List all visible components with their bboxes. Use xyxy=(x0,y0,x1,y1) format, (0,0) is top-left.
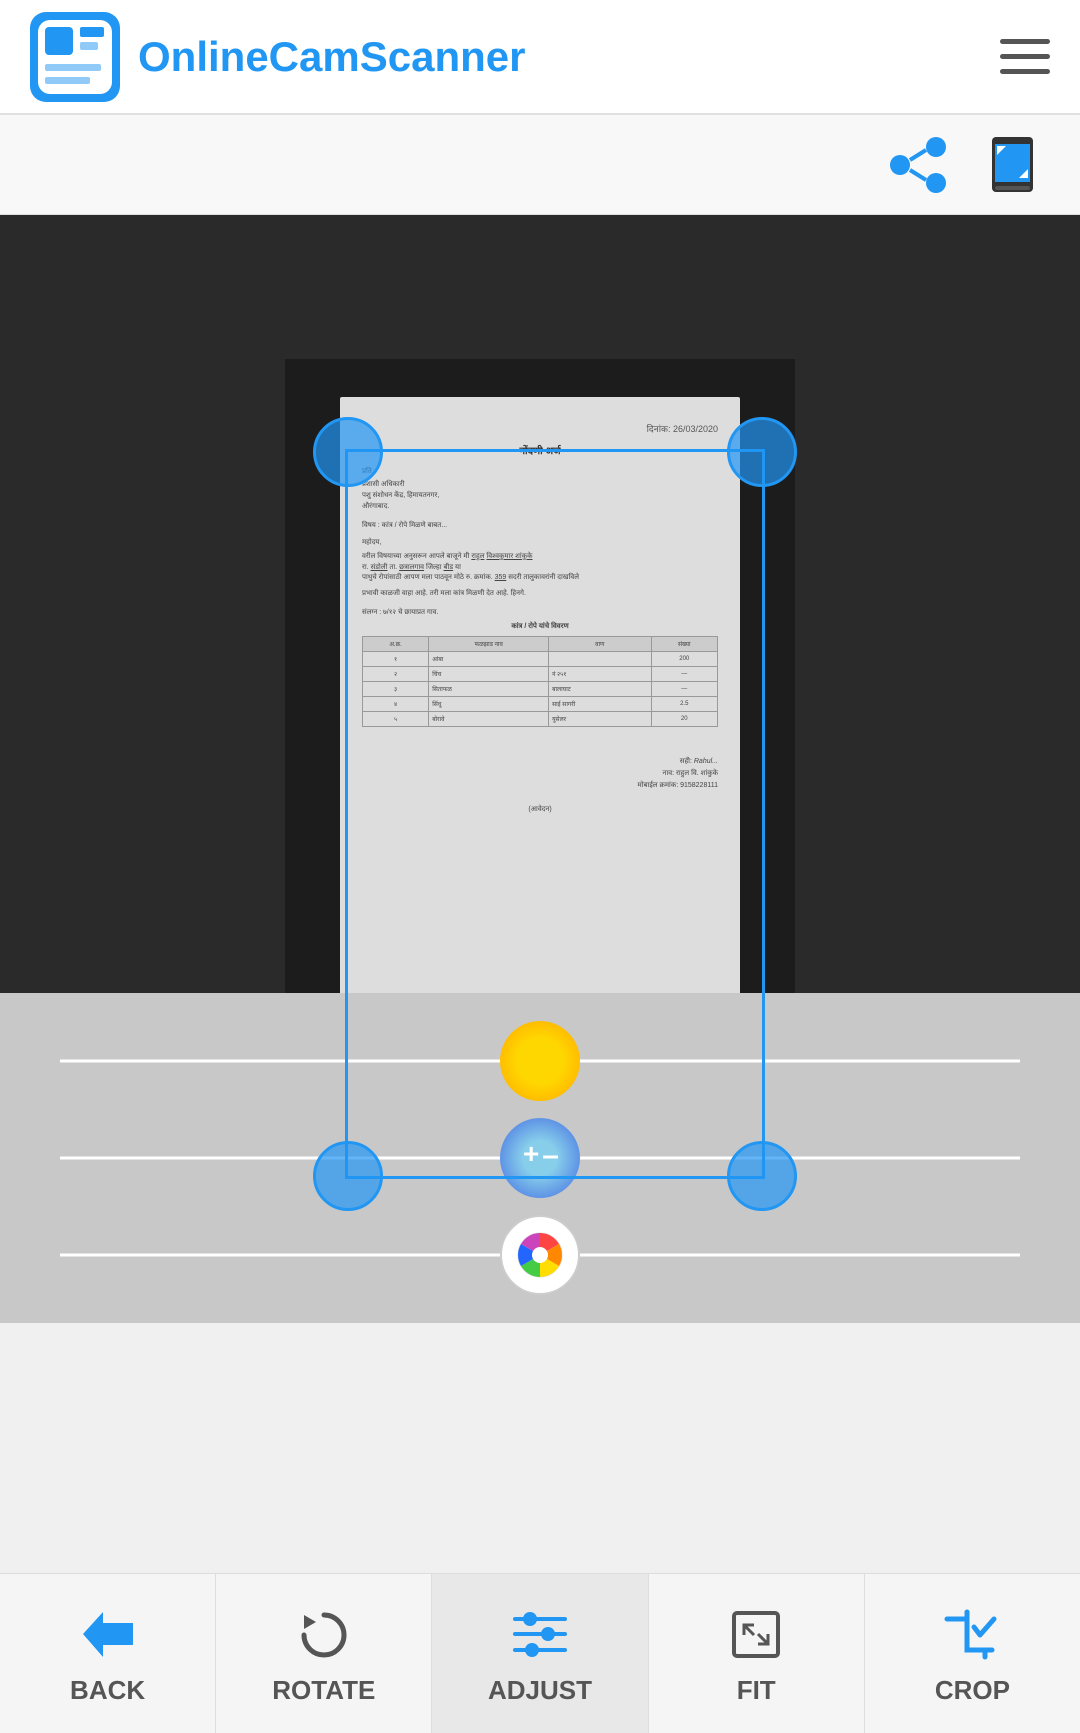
adjust-label: ADJUST xyxy=(488,1675,592,1706)
back-label: BACK xyxy=(70,1675,145,1706)
crop-selection-overlay xyxy=(345,449,765,1179)
crop-handle-top-left[interactable] xyxy=(313,417,383,487)
adjust-button[interactable]: ADJUST xyxy=(432,1574,648,1733)
fullscreen-button[interactable] xyxy=(975,127,1050,202)
app-header: OnlineCamScanner xyxy=(0,0,1080,115)
crop-handle-bottom-right[interactable] xyxy=(727,1141,797,1211)
hamburger-line-1 xyxy=(1000,39,1050,44)
rotate-button[interactable]: ROTATE xyxy=(216,1574,432,1733)
fit-icon xyxy=(724,1602,789,1667)
bottom-navigation: BACK ROTATE ADJUST xyxy=(0,1573,1080,1733)
fit-button[interactable]: FIT xyxy=(649,1574,865,1733)
back-icon xyxy=(75,1602,140,1667)
color-wheel-icon xyxy=(515,1230,565,1280)
document-photo-background: दिनांक: 26/03/2020 नोंदणी अर्ज प्रति, प्… xyxy=(285,359,795,1179)
back-button[interactable]: BACK xyxy=(0,1574,216,1733)
logo-area: OnlineCamScanner xyxy=(30,12,525,102)
document-container: दिनांक: 26/03/2020 नोंदणी अर्ज प्रति, प्… xyxy=(285,359,795,1179)
fit-label: FIT xyxy=(737,1675,776,1706)
crop-icon xyxy=(940,1602,1005,1667)
crop-button[interactable]: CROP xyxy=(865,1574,1080,1733)
crop-handle-bottom-left[interactable] xyxy=(313,1141,383,1211)
hamburger-line-3 xyxy=(1000,69,1050,74)
app-logo-icon xyxy=(30,12,120,102)
color-slider-row xyxy=(60,1215,1020,1295)
share-icon xyxy=(888,135,948,195)
share-button[interactable] xyxy=(880,127,955,202)
main-editing-area: दिनांक: 26/03/2020 नोंदणी अर्ज प्रति, प्… xyxy=(0,215,1080,1323)
hamburger-line-2 xyxy=(1000,54,1050,59)
toolbar-strip xyxy=(0,115,1080,215)
fullscreen-icon xyxy=(980,132,1045,197)
crop-label: CROP xyxy=(935,1675,1010,1706)
adjust-icon xyxy=(508,1602,573,1667)
hamburger-menu-button[interactable] xyxy=(1000,39,1050,74)
crop-handle-top-right[interactable] xyxy=(727,417,797,487)
rotate-icon xyxy=(291,1602,356,1667)
rotate-label: ROTATE xyxy=(272,1675,375,1706)
app-title: OnlineCamScanner xyxy=(138,33,525,81)
color-slider-handle[interactable] xyxy=(500,1215,580,1295)
